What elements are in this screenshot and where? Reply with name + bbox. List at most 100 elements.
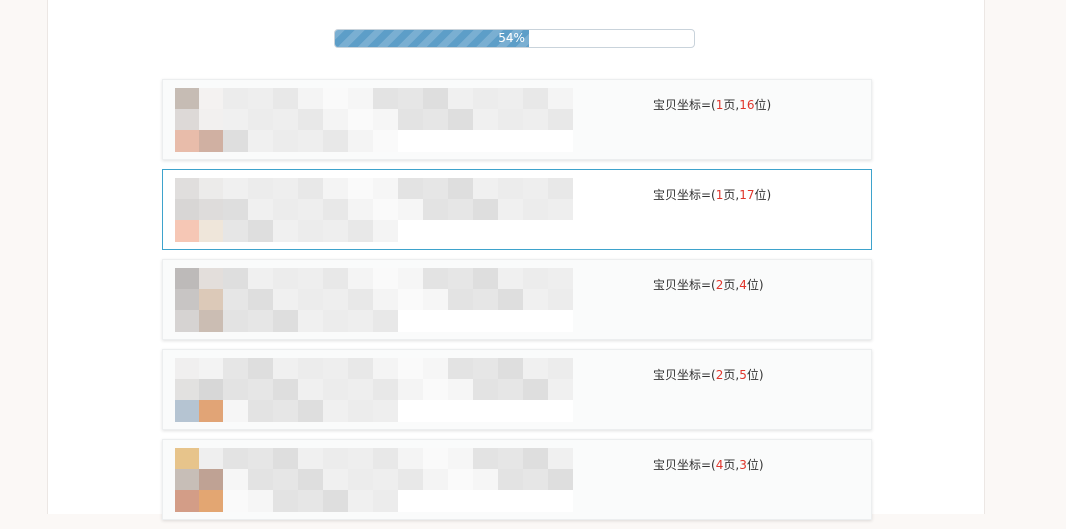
blur-block [248,469,273,490]
result-card[interactable]: 宝贝坐标=(2页,4位) [162,259,872,340]
blur-block [248,220,273,242]
blur-block [498,220,523,242]
blur-block [273,109,298,130]
blur-block [323,199,348,220]
blur-block [473,130,498,152]
blur-block [473,379,498,400]
blur-block [423,130,448,152]
blur-block [373,490,398,512]
blur-block [373,199,398,220]
blur-block [523,379,548,400]
product-title-blurred[interactable] [223,358,573,422]
blur-block [498,289,523,310]
blur-block [473,469,498,490]
blur-block [473,220,498,242]
blur-block [523,220,548,242]
blur-block [498,109,523,130]
blur-block [323,358,348,379]
thumbnail-block [199,130,223,152]
product-title-blurred[interactable] [223,448,573,512]
blur-block [548,268,573,289]
blur-block [548,358,573,379]
thumbnail-block [199,220,223,242]
blur-block [473,358,498,379]
blur-block [323,379,348,400]
blur-block [248,310,273,332]
thumbnail-block [175,400,199,422]
thumbnail-block [175,220,199,242]
thumbnail-block [199,289,223,310]
blur-block [498,490,523,512]
blur-block [448,400,473,422]
blur-block [398,220,423,242]
blur-block [398,400,423,422]
blur-block [323,310,348,332]
product-thumbnail[interactable] [175,358,223,422]
blur-block [523,109,548,130]
blur-block [548,88,573,109]
product-title-blurred[interactable] [223,268,573,332]
coord-suffix: 位) [746,458,764,472]
blur-block [298,400,323,422]
blur-block [523,448,548,469]
product-title-blurred[interactable] [223,88,573,152]
product-coordinate: 宝贝坐标=(2页,4位) [653,276,764,293]
blur-block [498,268,523,289]
product-title-blurred[interactable] [223,178,573,242]
blur-block [448,220,473,242]
blur-block [298,358,323,379]
product-coordinate: 宝贝坐标=(2页,5位) [653,366,764,383]
product-thumbnail[interactable] [175,88,223,152]
coord-prefix: 宝贝坐标=( [653,188,716,202]
blur-block [248,400,273,422]
product-thumbnail[interactable] [175,448,223,512]
blur-block [373,358,398,379]
result-card[interactable]: 宝贝坐标=(2页,5位) [162,349,872,430]
blur-block [348,178,373,199]
blur-block [373,448,398,469]
blur-block [473,400,498,422]
thumbnail-block [199,310,223,332]
blur-block [298,310,323,332]
thumbnail-block [199,469,223,490]
thumbnail-block [199,400,223,422]
blur-block [448,358,473,379]
blur-block [223,400,248,422]
blur-block [373,130,398,152]
coord-prefix: 宝贝坐标=( [653,368,716,382]
coord-suffix: 位) [754,98,772,112]
blur-block [448,130,473,152]
blur-block [448,268,473,289]
blur-block [373,178,398,199]
product-thumbnail[interactable] [175,268,223,332]
blur-block [298,199,323,220]
blur-block [398,289,423,310]
thumbnail-block [175,199,199,220]
result-card[interactable]: 宝贝坐标=(1页,17位) [162,169,872,250]
coord-position-number: 5 [739,368,747,382]
progress-fill: 54% [335,30,529,47]
thumbnail-block [175,268,199,289]
blur-block [348,88,373,109]
blur-block [223,268,248,289]
blur-block [498,448,523,469]
blur-block [323,178,348,199]
thumbnail-block [199,199,223,220]
blur-block [423,310,448,332]
product-coordinate: 宝贝坐标=(1页,16位) [653,96,771,113]
thumbnail-block [175,130,199,152]
result-card[interactable]: 宝贝坐标=(1页,16位) [162,79,872,160]
blur-block [248,109,273,130]
blur-block [548,490,573,512]
blur-block [298,490,323,512]
blur-block [223,310,248,332]
blur-block [523,178,548,199]
blur-block [273,469,298,490]
coord-prefix: 宝贝坐标=( [653,278,716,292]
product-thumbnail[interactable] [175,178,223,242]
blur-block [373,469,398,490]
blur-block [223,220,248,242]
blur-block [298,109,323,130]
blur-block [373,310,398,332]
result-card[interactable]: 宝贝坐标=(4页,3位) [162,439,872,520]
